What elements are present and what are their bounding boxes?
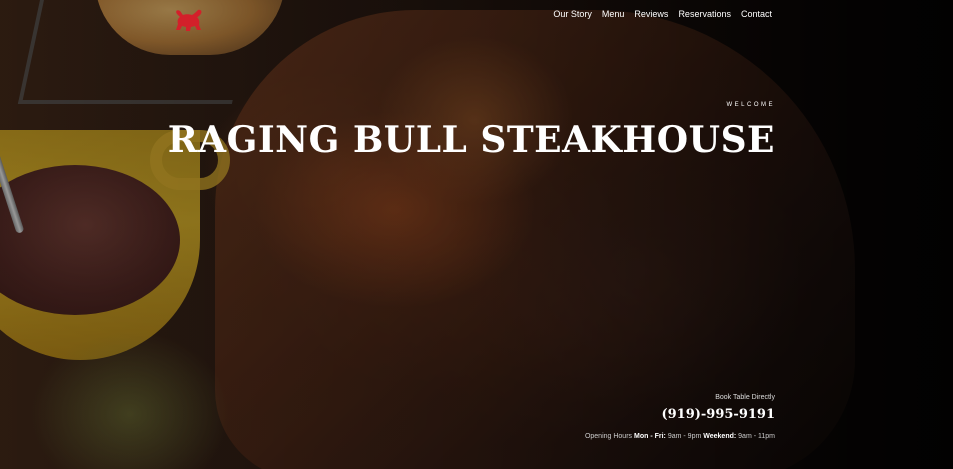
nav-reviews[interactable]: Reviews xyxy=(634,8,668,20)
nav-menu[interactable]: Menu xyxy=(602,8,625,20)
nav-contact[interactable]: Contact xyxy=(741,8,772,20)
opening-hours: Opening Hours Mon - Fri: 9am - 9pm Weeke… xyxy=(585,433,775,440)
hours-label: Opening Hours xyxy=(584,433,633,440)
weekend-hours: 9am - 11pm xyxy=(738,433,775,440)
nav-our-story[interactable]: Our Story xyxy=(553,8,592,20)
weekend-label: Weekend: xyxy=(703,433,737,440)
welcome-eyebrow: WELCOME xyxy=(726,102,775,108)
nav-reservations[interactable]: Reservations xyxy=(678,8,731,20)
bull-logo-icon[interactable] xyxy=(174,8,204,34)
booking-label: Book Table Directly xyxy=(715,394,775,401)
page-title: RAGING BULL STEAKHOUSE xyxy=(167,119,775,161)
weekday-label: Mon - Fri: xyxy=(634,433,666,440)
weekday-hours: 9am - 9pm xyxy=(667,433,702,440)
main-nav: Our Story Menu Reviews Reservations Cont… xyxy=(553,8,772,20)
phone-link[interactable]: (919)-995-9191 xyxy=(661,405,775,425)
hero-section: Our Story Menu Reviews Reservations Cont… xyxy=(0,0,953,469)
hero-overlay xyxy=(0,0,953,469)
